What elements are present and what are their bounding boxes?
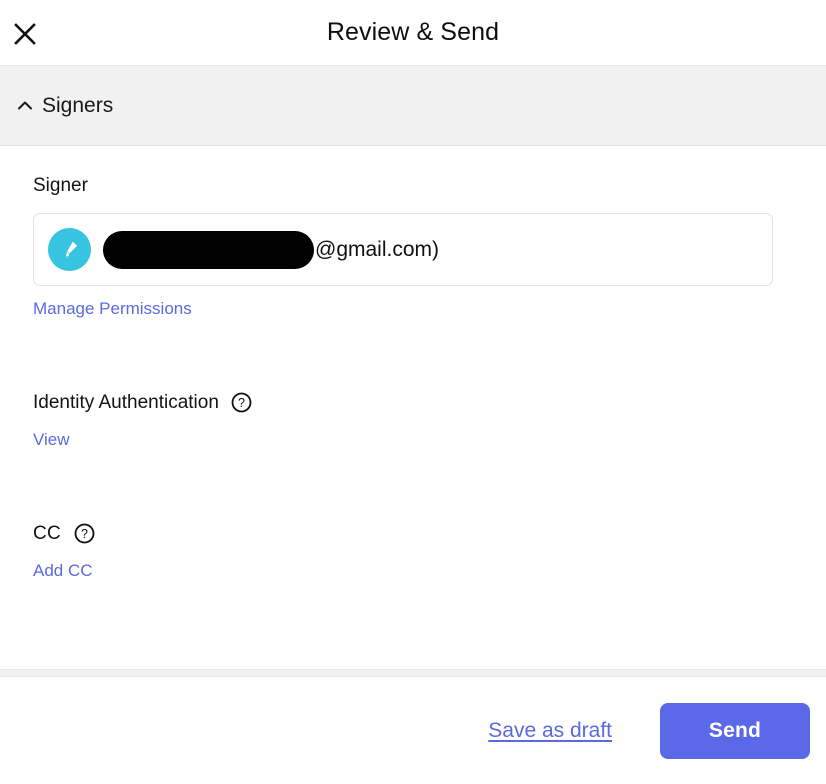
review-and-send-dialog: Review & Send Signers Signer @gmail.com)… — [0, 0, 826, 784]
help-circle-icon[interactable]: ? — [231, 391, 253, 413]
signers-section-title: Signers — [42, 94, 114, 117]
cc-label: CC — [33, 522, 62, 544]
redacted-email-bar — [103, 230, 314, 269]
identity-authentication-label: Identity Authentication — [33, 391, 219, 413]
close-icon — [12, 21, 38, 47]
chevron-up-icon — [14, 95, 36, 117]
page-title: Review & Send — [326, 18, 500, 46]
identity-authentication-row: Identity Authentication ? — [33, 391, 794, 413]
send-button[interactable]: Send — [660, 702, 810, 759]
identity-authentication-view-link[interactable]: View — [33, 431, 70, 448]
save-as-draft-button[interactable]: Save as draft — [488, 720, 612, 741]
pen-nib-icon — [58, 238, 82, 262]
dialog-footer: Save as draft Send — [0, 677, 826, 784]
signers-section-header[interactable]: Signers — [0, 66, 826, 146]
footer-divider — [0, 669, 826, 677]
signer-field-label: Signer — [33, 175, 88, 196]
dialog-body: Signer @gmail.com) Manage Permissions Id… — [0, 146, 826, 669]
svg-text:?: ? — [81, 527, 88, 541]
close-button[interactable] — [6, 16, 44, 52]
add-cc-link[interactable]: Add CC — [33, 562, 93, 579]
signer-input[interactable]: @gmail.com) — [33, 213, 773, 286]
signer-email: @gmail.com) — [103, 230, 440, 269]
manage-permissions-link[interactable]: Manage Permissions — [33, 300, 192, 317]
svg-text:?: ? — [238, 396, 245, 410]
cc-row: CC ? — [33, 522, 794, 544]
help-circle-icon[interactable]: ? — [73, 522, 95, 544]
signer-email-suffix: @gmail.com) — [315, 238, 440, 261]
dialog-header: Review & Send — [0, 0, 826, 66]
avatar — [48, 228, 91, 271]
